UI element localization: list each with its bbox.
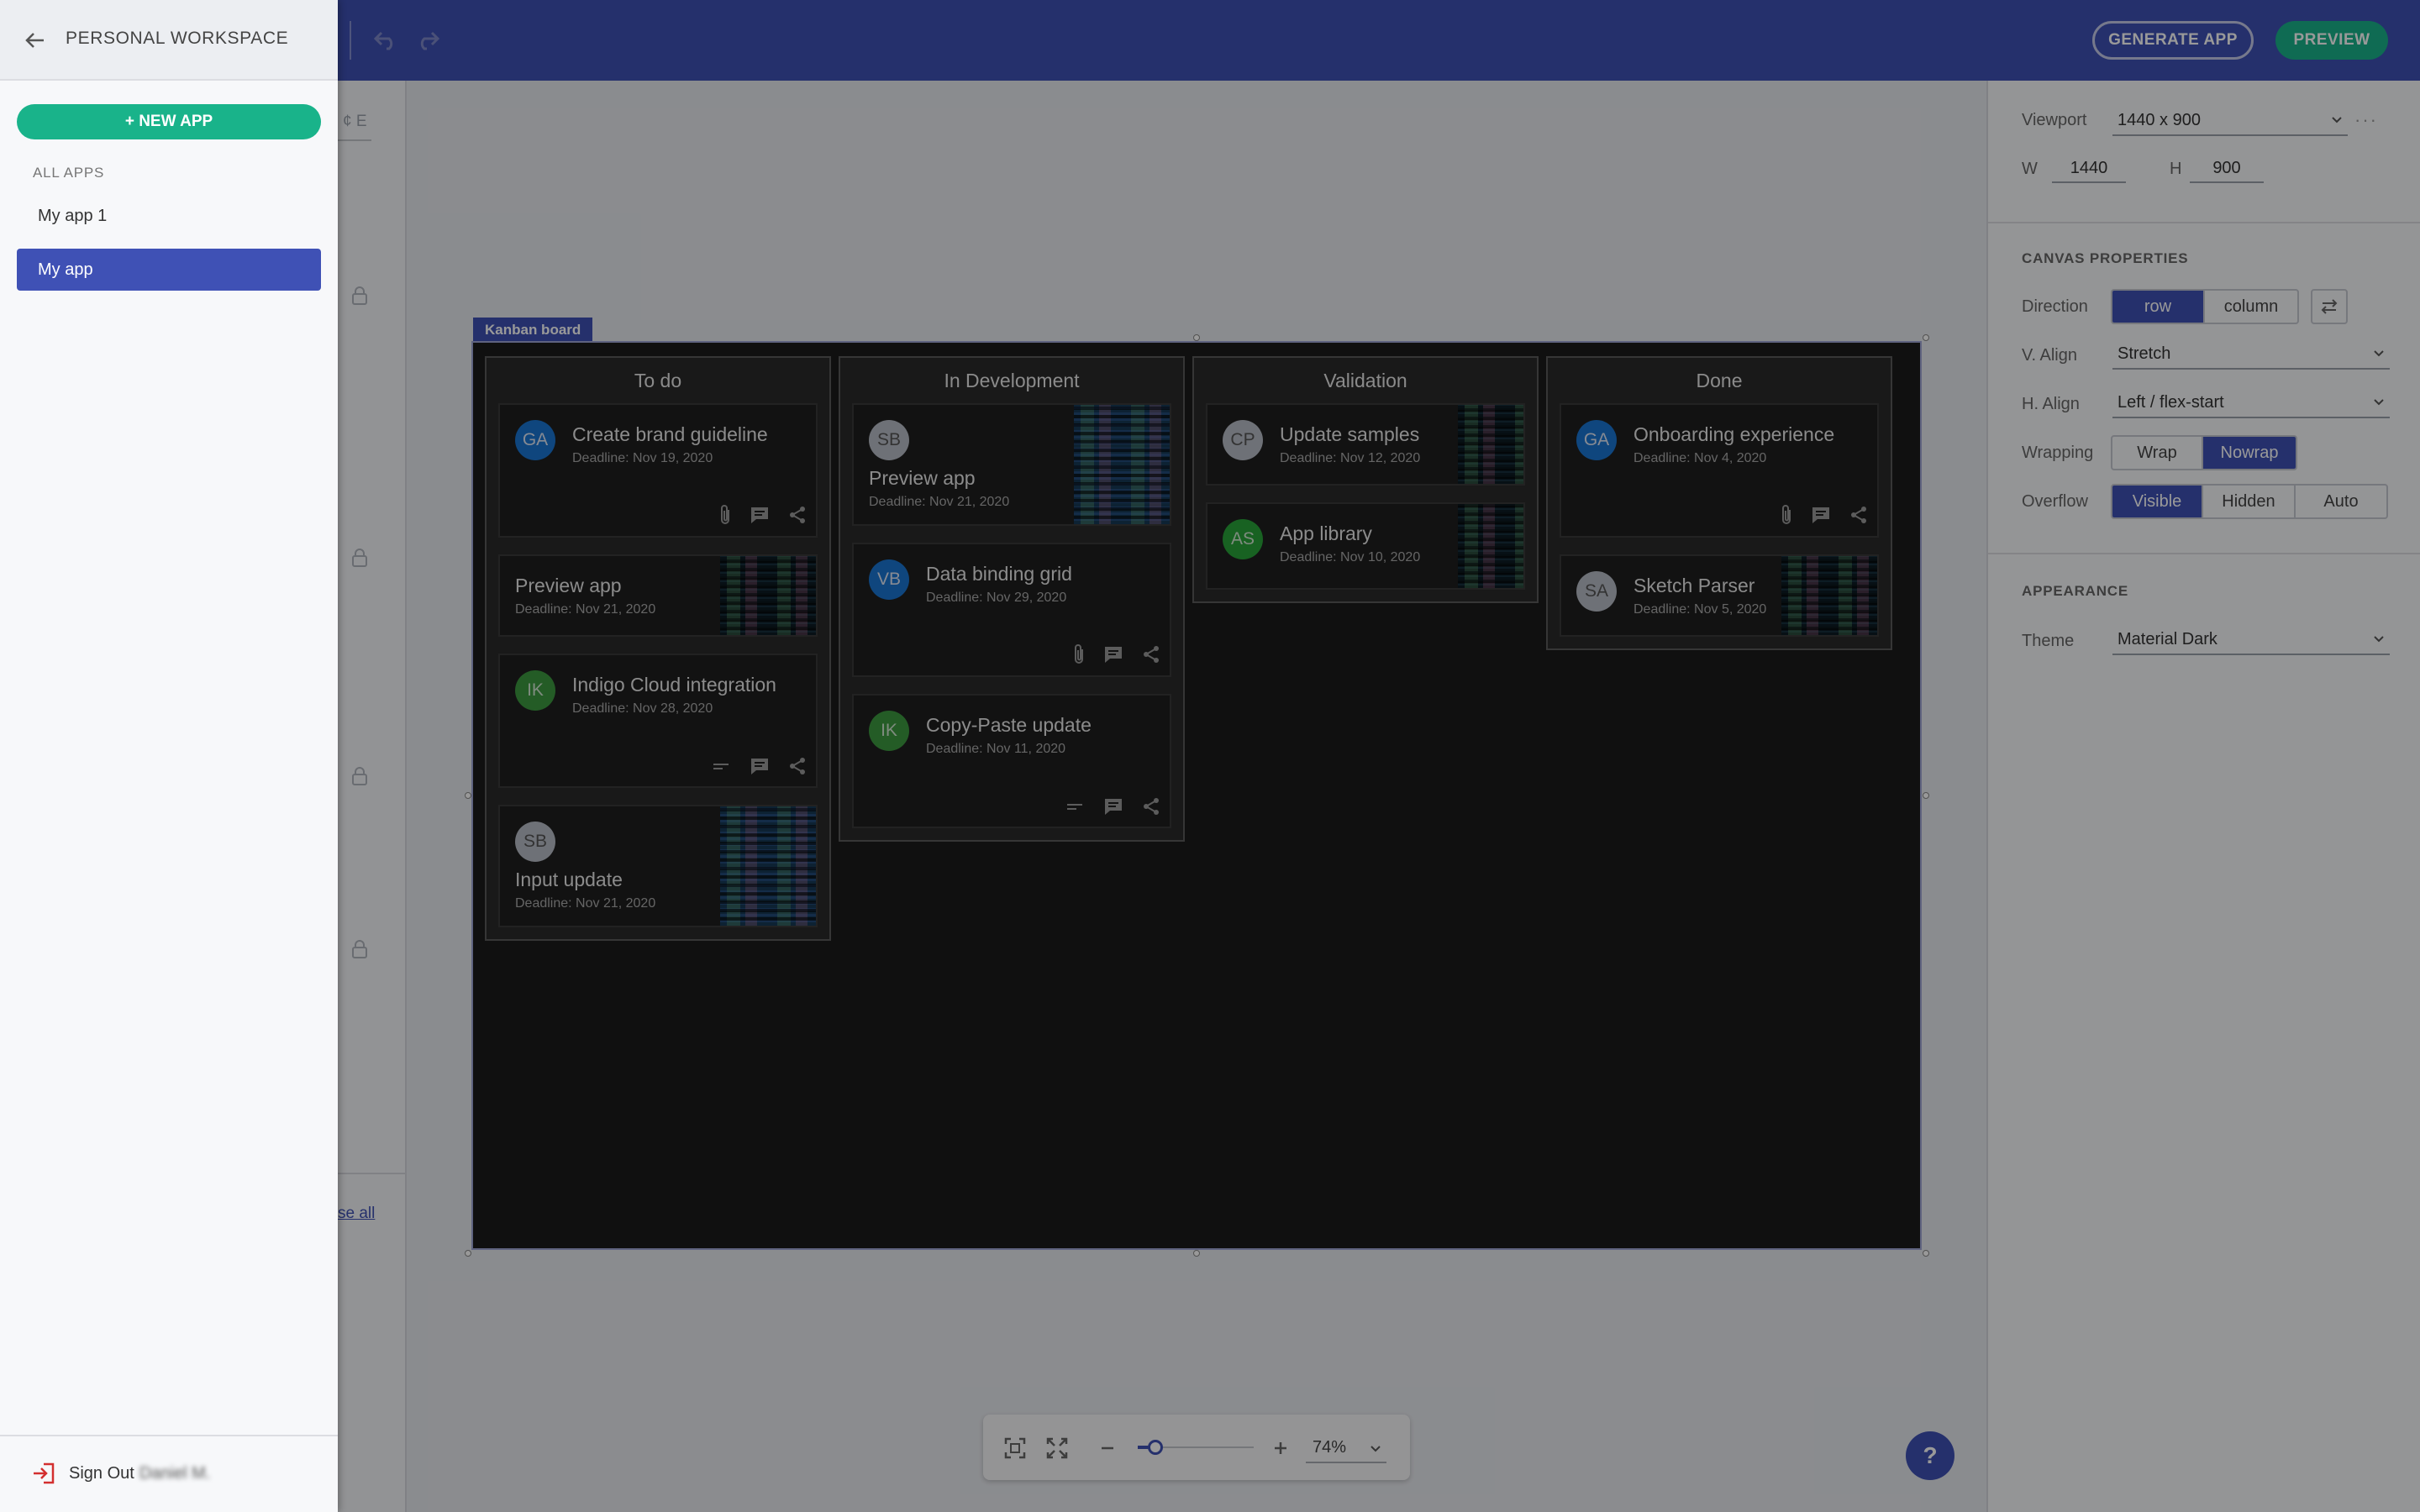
all-apps-heading: ALL APPS	[33, 165, 105, 181]
app-name: My app 1	[38, 206, 108, 225]
app-name: My app	[38, 260, 93, 279]
drawer-divider	[0, 1435, 338, 1436]
user-name: Daniel M.	[139, 1463, 211, 1483]
new-app-button[interactable]: + NEW APP	[17, 104, 321, 139]
sign-out-icon	[34, 1462, 55, 1484]
sign-out-button[interactable]: Sign Out Daniel M.	[32, 1462, 210, 1485]
sign-out-label: Sign Out	[69, 1463, 134, 1483]
back-arrow-icon[interactable]	[24, 29, 47, 52]
app-list-item[interactable]: My app 1	[17, 195, 321, 237]
drawer-backdrop[interactable]	[338, 0, 2420, 1512]
app-list-item-selected[interactable]: My app	[17, 249, 321, 291]
apps-drawer: PERSONAL WORKSPACE + NEW APP ALL APPS My…	[0, 0, 338, 1512]
workspace-title: PERSONAL WORKSPACE	[66, 29, 289, 48]
drawer-header: PERSONAL WORKSPACE	[0, 0, 338, 81]
